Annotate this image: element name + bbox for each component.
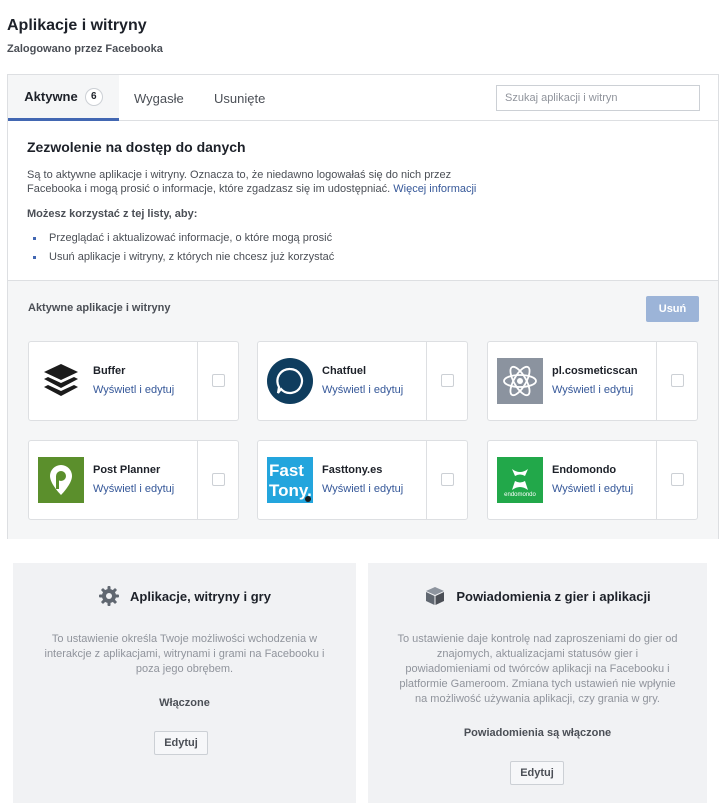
view-edit-link[interactable]: Wyświetl i edytuj [93, 483, 174, 495]
view-edit-link[interactable]: Wyświetl i edytuj [322, 483, 403, 495]
apps-panel: Aktywne 6 Wygasłe Usunięte Zezwolenie na… [7, 74, 719, 539]
info-bullet: Przeglądać i aktualizować informacje, o … [27, 229, 707, 248]
tab-bar: Aktywne 6 Wygasłe Usunięte [8, 75, 718, 121]
info-bullets: Przeglądać i aktualizować informacje, o … [27, 229, 707, 267]
app-checkbox[interactable] [671, 374, 684, 387]
view-edit-link[interactable]: Wyświetl i edytuj [93, 384, 174, 396]
active-apps-header: Aktywne aplikacje i witryny [28, 302, 171, 314]
remove-button[interactable]: Usuń [646, 296, 699, 322]
checkbox-area [426, 441, 468, 519]
checkbox-area [426, 342, 468, 420]
app-card-endomondo: endomondo Endomondo Wyświetl i edytuj [487, 440, 698, 520]
edit-notifications-setting-button[interactable]: Edytuj [510, 761, 564, 785]
setting-heading: Aplikacje, witryny i gry [13, 585, 356, 607]
info-bullet: Usuń aplikacje i witryny, z których nie … [27, 248, 707, 267]
info-description: Są to aktywne aplikacje i witryny. Oznac… [27, 168, 497, 196]
setting-status: Powiadomienia są włączone [463, 727, 612, 739]
setting-heading: Powiadomienia z gier i aplikacji [368, 585, 707, 607]
app-card-buffer: Buffer Wyświetl i edytuj [28, 341, 239, 421]
app-card-fasttony: Fast Tony. Fasttony.es Wyświetl i edytuj [257, 440, 468, 520]
search-input[interactable] [496, 85, 700, 111]
tab-expired[interactable]: Wygasłe [134, 75, 184, 121]
setting-title: Aplikacje, witryny i gry [130, 588, 271, 604]
setting-description: To ustawienie określa Twoje możliwości w… [44, 633, 325, 675]
fasttony-logo-text-2: Tony. [269, 481, 312, 500]
chatfuel-logo-icon [267, 358, 313, 404]
edit-apps-setting-button[interactable]: Edytuj [154, 731, 208, 755]
checkbox-area [197, 441, 239, 519]
app-name: pl.cosmeticscan [552, 365, 638, 377]
page-subtitle: Zalogowano przez Facebooka [7, 43, 163, 55]
info-title: Zezwolenie na dostęp do danych [27, 139, 246, 155]
setting-title: Powiadomienia z gier i aplikacji [456, 588, 651, 604]
view-edit-link[interactable]: Wyświetl i edytuj [322, 384, 403, 396]
tab-removed[interactable]: Usunięte [214, 75, 265, 121]
buffer-logo-icon [38, 358, 84, 404]
post-planner-logo-icon [38, 457, 84, 503]
app-name: Fasttony.es [322, 464, 383, 476]
view-edit-link[interactable]: Wyświetl i edytuj [552, 384, 633, 396]
tab-active-count-badge: 6 [84, 87, 103, 106]
page-title: Aplikacje i witryny [7, 17, 147, 34]
cube-icon [424, 585, 446, 607]
setting-status: Włączone [159, 697, 210, 709]
tab-active[interactable]: Aktywne 6 [8, 75, 119, 121]
fasttony-logo-text-1: Fast [269, 461, 304, 480]
app-checkbox[interactable] [212, 374, 225, 387]
app-name: Chatfuel [322, 365, 366, 377]
tab-active-label: Aktywne [24, 89, 78, 104]
endomondo-logo-text: endomondo [504, 492, 536, 498]
permission-info: Zezwolenie na dostęp do danych Są to akt… [27, 139, 707, 267]
endomondo-logo-icon: endomondo [497, 457, 543, 503]
app-checkbox[interactable] [671, 473, 684, 486]
checkbox-area [656, 441, 698, 519]
checkbox-area [656, 342, 698, 420]
fasttony-logo-icon: Fast Tony. [267, 457, 313, 503]
atom-logo-icon [497, 358, 543, 404]
active-apps-section: Aktywne aplikacje i witryny Usuń Buffer … [8, 280, 718, 539]
game-app-notifications-setting: Powiadomienia z gier i aplikacji To usta… [368, 563, 707, 803]
info-description-text: Są to aktywne aplikacje i witryny. Oznac… [27, 169, 452, 195]
app-card-chatfuel: Chatfuel Wyświetl i edytuj [257, 341, 468, 421]
checkbox-area [197, 342, 239, 420]
app-checkbox[interactable] [212, 473, 225, 486]
apps-websites-games-setting: Aplikacje, witryny i gry To ustawienie o… [13, 563, 356, 803]
more-info-link[interactable]: Więcej informacji [393, 183, 476, 195]
app-name: Post Planner [93, 464, 161, 476]
app-name: Endomondo [552, 464, 617, 476]
view-edit-link[interactable]: Wyświetl i edytuj [552, 483, 633, 495]
app-checkbox[interactable] [441, 374, 454, 387]
setting-description: To ustawienie daje kontrolę nad zaprosze… [397, 633, 678, 705]
app-card-cosmeticscan: pl.cosmeticscan Wyświetl i edytuj [487, 341, 698, 421]
app-checkbox[interactable] [441, 473, 454, 486]
page-header: Aplikacje i witryny Zalogowano przez Fac… [7, 17, 163, 55]
app-name: Buffer [93, 365, 126, 377]
app-card-post-planner: Post Planner Wyświetl i edytuj [28, 440, 239, 520]
info-subtitle: Możesz korzystać z tej listy, aby: [27, 208, 198, 220]
gear-icon [98, 585, 120, 607]
